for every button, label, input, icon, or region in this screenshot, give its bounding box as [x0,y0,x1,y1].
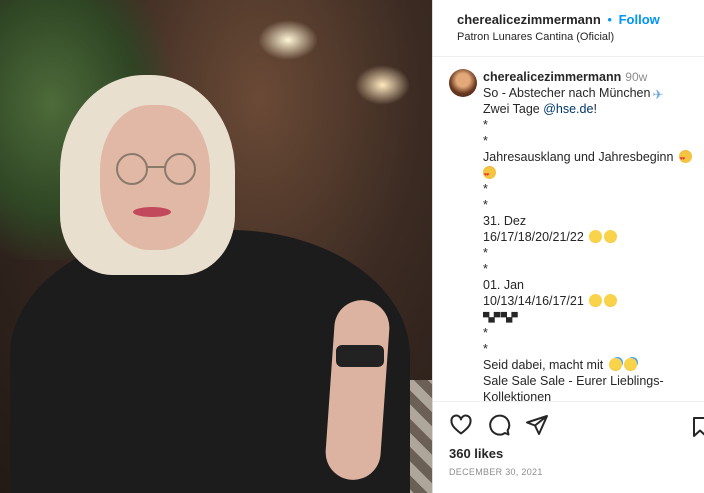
caption-line: * [483,134,488,148]
caption-line: Jahresausklang und Jahresbeginn [483,150,674,164]
share-icon[interactable] [525,413,549,437]
heart-eyes-emoji-icon [483,166,496,183]
mention-link[interactable]: @hse.de [543,102,593,116]
glasses-icon [116,153,196,185]
caption-line: Seid dabei, macht mit [483,358,604,372]
person-lips [133,207,171,217]
caption-line: 01. Jan [483,278,525,292]
caption-line: ▀▄▀ ▀▄▀ [483,312,518,322]
caption-line: Kollektionen [483,390,552,401]
heart-icon[interactable] [449,413,473,437]
grin-emoji-icon [589,230,603,243]
caption-line: * [483,198,488,212]
location-link[interactable]: Patron Lunares Cantina (Oficial) [457,30,704,44]
party-emoji-icon [608,358,622,371]
caption-line: So - Abstecher nach München [483,86,651,100]
instagram-post: cherealicezimmermann • Follow Patron Lun… [0,0,704,493]
caption-text: cherealicezimmermann 90w So - Abstecher n… [483,69,694,401]
action-bar: 360 likes December 30, 2021 [433,401,704,493]
comment-icon[interactable] [487,413,511,437]
grin-emoji-icon [589,294,603,307]
lamp-light [258,20,318,60]
caption-line: 10/13/14/16/17/21 [483,294,584,308]
caption-line: * [483,246,488,260]
grin-emoji-icon [604,294,618,307]
caption-line: * [483,342,488,356]
lamp-light [355,65,410,105]
post-age[interactable]: 90w [625,70,647,84]
bookmark-icon[interactable] [690,416,704,438]
caption-line: * [483,118,488,132]
caption-line: ! [593,102,597,116]
caption-line: * [483,262,488,276]
separator-dot: • [607,12,612,27]
party-emoji-icon [623,358,637,371]
caption-line: * [483,182,488,196]
likes-count[interactable]: 360 likes [449,446,688,461]
post-header: cherealicezimmermann • Follow Patron Lun… [433,0,704,57]
follow-button[interactable]: Follow [619,12,660,27]
avatar[interactable] [449,69,477,97]
caption-username[interactable]: cherealicezimmermann [483,70,621,84]
caption-line: Sale Sale Sale - Eurer Lieblings- [483,374,664,388]
caption-line: Zwei Tage [483,102,544,116]
caption-line: 16/17/18/20/21/22 [483,230,584,244]
caption-line: * [483,326,488,340]
airplane-icon: ✈ [652,87,664,102]
post-date: December 30, 2021 [449,467,543,477]
heart-eyes-emoji-icon [678,150,692,167]
post-photo[interactable] [0,0,432,493]
caption-section: cherealicezimmermann 90w So - Abstecher n… [433,57,704,401]
grin-emoji-icon [604,230,618,243]
post-side-panel: cherealicezimmermann • Follow Patron Lun… [432,0,704,493]
header-username[interactable]: cherealicezimmermann [457,12,601,27]
watch [336,345,384,367]
caption-line: 31. Dez [483,214,527,228]
